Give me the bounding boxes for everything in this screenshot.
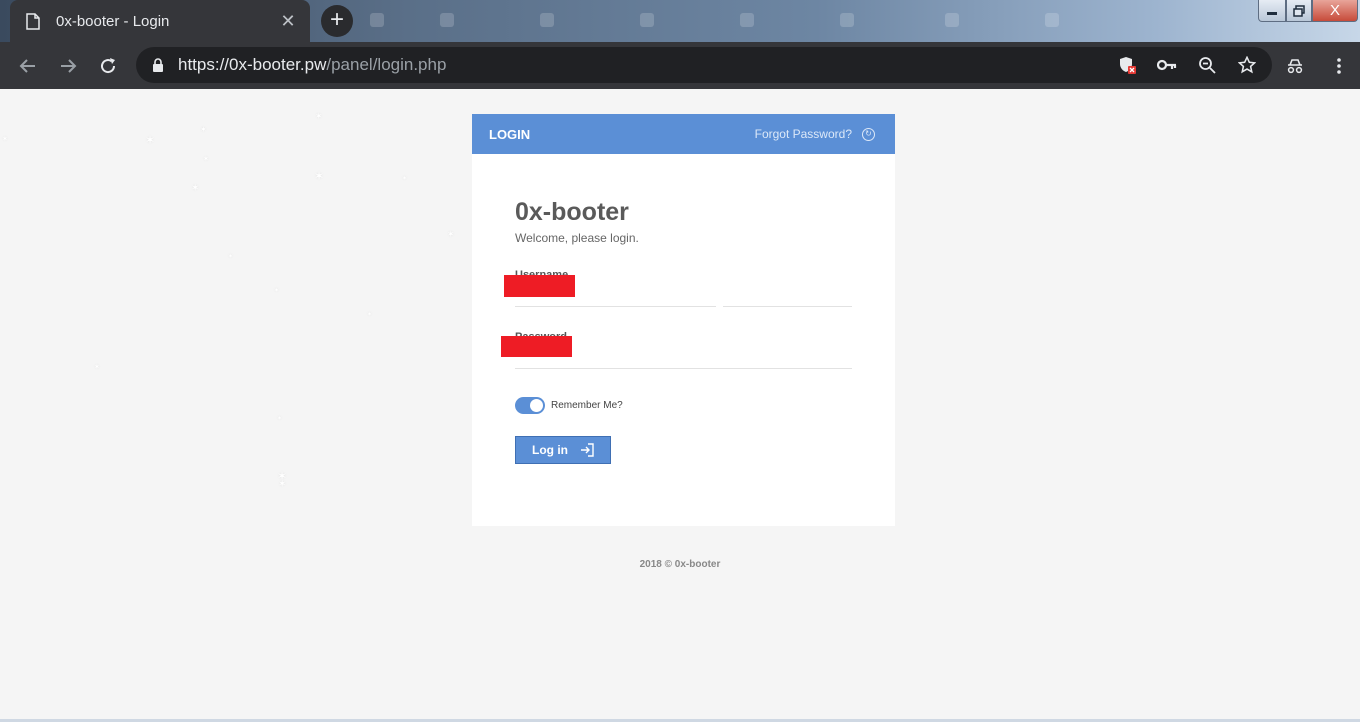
card-title: LOGIN bbox=[489, 126, 531, 142]
forgot-password-link[interactable]: Forgot Password? ↻ bbox=[755, 127, 875, 141]
card-header: LOGIN Forgot Password? ↻ bbox=[472, 114, 895, 154]
tab-close-icon[interactable]: ✕ bbox=[278, 11, 298, 32]
page-body: ✶ ✶ ✶ ✶ ✶ ✶ ✶ ✶ ✶ ✶ ✶ ✶ ✶ ✶ ✶ ✶ ✶ LOGIN … bbox=[0, 89, 1360, 722]
shield-blocked-icon[interactable] bbox=[1116, 54, 1138, 76]
remember-me-label: Remember Me? bbox=[551, 400, 623, 411]
key-icon[interactable] bbox=[1156, 54, 1178, 76]
snowflake-icon: ✶ bbox=[203, 156, 209, 163]
snowflake-icon: ✶ bbox=[277, 416, 283, 422]
star-icon[interactable] bbox=[1236, 54, 1258, 76]
reload-button[interactable] bbox=[88, 46, 128, 86]
redaction-box bbox=[504, 275, 575, 297]
snowflake-icon: ✶ bbox=[94, 364, 100, 371]
remember-me-toggle[interactable] bbox=[515, 397, 545, 414]
snowflake-icon: ✶ bbox=[315, 111, 323, 121]
input-underline bbox=[723, 306, 852, 307]
username-field: Username bbox=[504, 269, 852, 307]
brand-name: 0x-booter bbox=[515, 198, 629, 226]
login-button[interactable]: Log in bbox=[515, 436, 611, 464]
sign-in-icon bbox=[581, 443, 594, 457]
incognito-extension-icon[interactable] bbox=[1284, 55, 1306, 77]
background-tab[interactable] bbox=[730, 8, 826, 32]
arrow-right-icon bbox=[61, 58, 77, 73]
url-path: /panel/login.php bbox=[326, 55, 447, 74]
forgot-password-label: Forgot Password? bbox=[754, 127, 852, 141]
restore-icon bbox=[1293, 4, 1305, 17]
arrow-left-icon bbox=[19, 58, 35, 73]
snowflake-icon: ✶ bbox=[274, 288, 280, 294]
footer-copyright: 2018 © 0x-booter bbox=[639, 559, 721, 570]
close-window-button[interactable]: X bbox=[1312, 0, 1358, 22]
toolbar-right bbox=[1284, 42, 1350, 89]
background-tab[interactable] bbox=[1035, 8, 1131, 32]
lock-icon bbox=[153, 58, 163, 72]
snowflake-icon: ✶ bbox=[145, 133, 156, 147]
kebab-menu-icon[interactable] bbox=[1328, 55, 1350, 77]
snowflake-icon: ✶ bbox=[314, 169, 325, 183]
browser-toolbar: https://0x-booter.pw/panel/login.php bbox=[0, 42, 1360, 89]
login-form: 0x-booter Welcome, please login. Usernam… bbox=[472, 154, 895, 464]
active-tab[interactable]: 0x-booter - Login ✕ bbox=[10, 0, 310, 42]
new-tab-button[interactable]: + bbox=[321, 5, 353, 37]
login-card: LOGIN Forgot Password? ↻ 0x-booter Welco… bbox=[472, 114, 895, 526]
window-controls: X bbox=[1258, 0, 1358, 22]
background-tab[interactable] bbox=[530, 8, 626, 32]
snowflake-icon: ✶ bbox=[447, 229, 455, 239]
address-bar-actions bbox=[1116, 47, 1258, 83]
minimize-icon bbox=[1267, 11, 1277, 15]
login-button-label: Log in bbox=[532, 443, 568, 457]
snowflake-icon: ✶ bbox=[2, 136, 8, 143]
password-field: Password bbox=[501, 331, 852, 369]
redaction-box bbox=[501, 336, 572, 357]
document-icon bbox=[26, 12, 40, 30]
input-underline bbox=[515, 306, 716, 307]
back-button[interactable] bbox=[8, 46, 48, 86]
restore-button[interactable] bbox=[1286, 0, 1312, 22]
snowflake-icon: ✶ bbox=[191, 183, 200, 194]
snowflake-icon: ✶ bbox=[200, 125, 207, 134]
welcome-text: Welcome, please login. bbox=[515, 231, 639, 245]
background-tab[interactable] bbox=[630, 8, 726, 32]
forward-button[interactable] bbox=[48, 46, 88, 86]
background-tab[interactable] bbox=[935, 8, 1031, 32]
circle-arrow-icon: ↻ bbox=[862, 127, 875, 141]
snowflake-icon: ✶ bbox=[228, 254, 234, 260]
url-host: https://0x-booter.pw bbox=[178, 55, 327, 74]
input-underline bbox=[515, 368, 852, 369]
reload-icon bbox=[101, 57, 116, 73]
minimize-button[interactable] bbox=[1258, 0, 1286, 22]
background-tab[interactable] bbox=[830, 8, 926, 32]
background-tab[interactable] bbox=[430, 8, 526, 32]
toggle-knob bbox=[530, 399, 543, 412]
snowflake-icon: ✶ bbox=[402, 176, 408, 182]
url-text[interactable]: https://0x-booter.pw/panel/login.php bbox=[178, 55, 446, 75]
tab-title: 0x-booter - Login bbox=[56, 12, 170, 30]
snowflake-icon: ✶ bbox=[278, 479, 287, 490]
tab-strip: 0x-booter - Login ✕ + X bbox=[0, 0, 1360, 42]
remember-me: Remember Me? bbox=[515, 397, 852, 414]
zoom-out-icon[interactable] bbox=[1196, 54, 1218, 76]
snowflake-icon: ✶ bbox=[367, 312, 373, 318]
address-bar[interactable]: https://0x-booter.pw/panel/login.php bbox=[136, 47, 1272, 83]
